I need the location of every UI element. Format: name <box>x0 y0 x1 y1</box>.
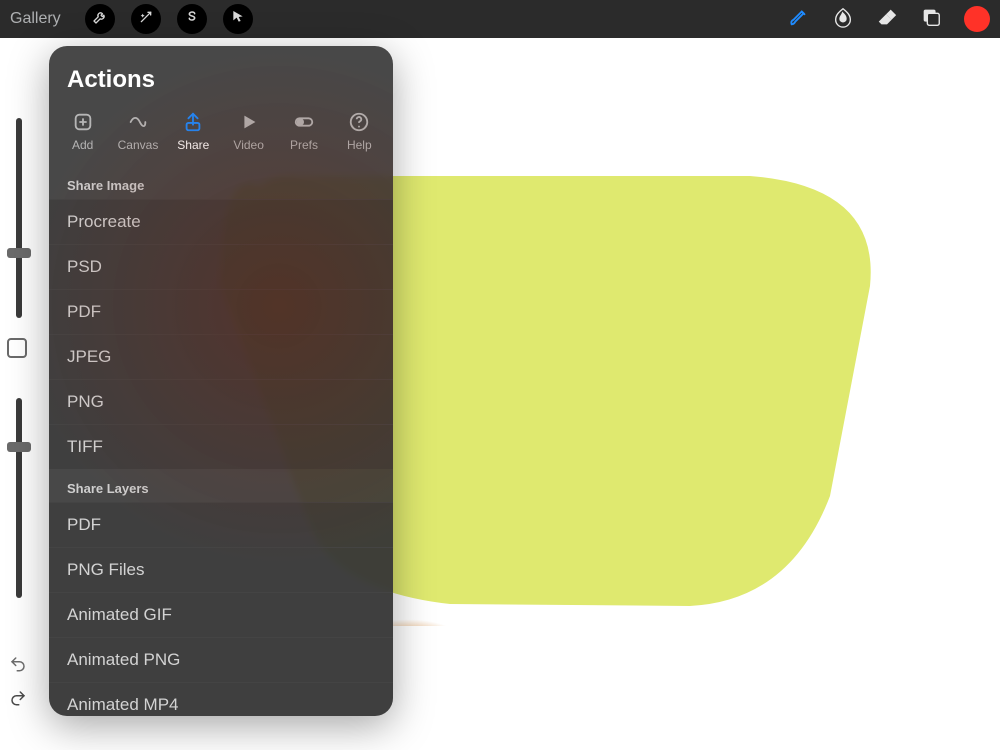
brush-opacity-slider[interactable] <box>16 398 22 598</box>
popover-tabs: Add Canvas Share Video Prefs Help <box>49 108 393 166</box>
tab-share[interactable]: Share <box>166 108 221 158</box>
modifier-button[interactable] <box>7 338 27 358</box>
eraser-tool-button[interactable] <box>876 8 898 30</box>
undo-button[interactable] <box>8 656 28 676</box>
help-icon <box>347 110 371 134</box>
brush-icon <box>788 6 810 33</box>
smudge-tool-button[interactable] <box>832 8 854 30</box>
smudge-icon <box>832 6 854 33</box>
tab-label: Prefs <box>290 138 318 152</box>
redo-button[interactable] <box>8 690 28 710</box>
sidebar <box>0 38 30 750</box>
share-format-item[interactable]: PSD <box>49 244 393 289</box>
share-icon <box>181 110 205 134</box>
share-format-item[interactable]: Animated MP4 <box>49 682 393 716</box>
share-image-header: Share Image <box>49 166 393 199</box>
magic-wand-icon <box>138 9 154 30</box>
share-image-list: Procreate PSD PDF JPEG PNG TIFF <box>49 199 393 469</box>
tab-add[interactable]: Add <box>55 108 110 158</box>
prefs-toggle-icon <box>292 110 316 134</box>
canvas-icon <box>126 110 150 134</box>
share-format-item[interactable]: Animated GIF <box>49 592 393 637</box>
share-format-item[interactable]: TIFF <box>49 424 393 469</box>
add-icon <box>71 110 95 134</box>
share-format-item[interactable]: PDF <box>49 502 393 547</box>
selection-s-icon <box>184 9 200 30</box>
layers-icon <box>920 6 942 33</box>
tab-help[interactable]: Help <box>332 108 387 158</box>
share-format-item[interactable]: Procreate <box>49 199 393 244</box>
wrench-icon <box>92 9 108 30</box>
brush-tool-button[interactable] <box>788 8 810 30</box>
tab-canvas[interactable]: Canvas <box>110 108 165 158</box>
layers-button[interactable] <box>920 8 942 30</box>
adjustments-button[interactable] <box>131 4 161 34</box>
popover-title: Actions <box>49 46 393 108</box>
actions-popover: Actions Add Canvas Share Video Prefs Hel… <box>49 46 393 716</box>
tab-prefs[interactable]: Prefs <box>276 108 331 158</box>
gallery-button[interactable]: Gallery <box>10 10 61 28</box>
brush-opacity-thumb[interactable] <box>7 442 31 452</box>
brush-size-slider[interactable] <box>16 118 22 318</box>
selection-button[interactable] <box>177 4 207 34</box>
share-format-item[interactable]: PDF <box>49 289 393 334</box>
brush-size-thumb[interactable] <box>7 248 31 258</box>
share-layers-list: PDF PNG Files Animated GIF Animated PNG … <box>49 502 393 716</box>
share-format-item[interactable]: PNG <box>49 379 393 424</box>
video-icon <box>237 110 261 134</box>
share-format-item[interactable]: PNG Files <box>49 547 393 592</box>
share-format-item[interactable]: Animated PNG <box>49 637 393 682</box>
arrow-cursor-icon <box>230 9 246 30</box>
undo-icon <box>9 655 27 678</box>
redo-icon <box>9 689 27 712</box>
tab-label: Add <box>72 138 93 152</box>
transform-button[interactable] <box>223 4 253 34</box>
eraser-icon <box>876 6 898 33</box>
tab-video[interactable]: Video <box>221 108 276 158</box>
actions-button[interactable] <box>85 4 115 34</box>
tab-label: Canvas <box>118 138 159 152</box>
color-swatch[interactable] <box>964 6 990 32</box>
tab-label: Share <box>177 138 209 152</box>
tab-label: Video <box>233 138 263 152</box>
tab-label: Help <box>347 138 372 152</box>
share-format-item[interactable]: JPEG <box>49 334 393 379</box>
share-layers-header: Share Layers <box>49 469 393 502</box>
topbar: Gallery <box>0 0 1000 38</box>
